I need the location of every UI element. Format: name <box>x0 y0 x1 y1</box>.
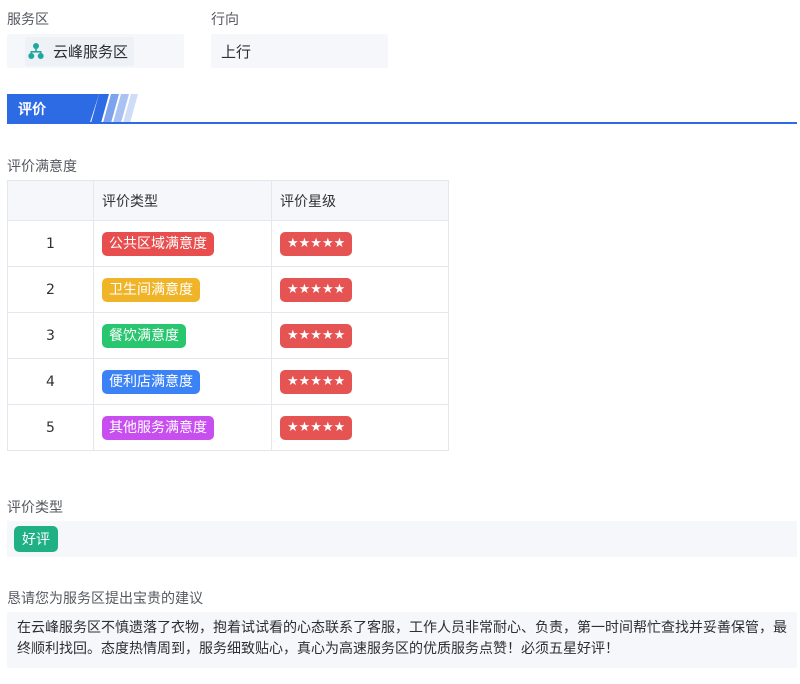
table-row: 1 公共区域满意度 ★★★★★ <box>7 220 449 267</box>
header-index <box>7 180 94 221</box>
section-divider <box>7 122 797 124</box>
row-index: 1 <box>7 220 94 267</box>
header-type: 评价类型 <box>93 180 272 221</box>
tab-evaluation-label: 评价 <box>18 101 46 118</box>
table-header-row: 评价类型 评价星级 <box>7 180 449 221</box>
service-area-field[interactable]: 云峰服务区 <box>7 34 184 68</box>
table-row: 4 便利店满意度 ★★★★★ <box>7 358 449 405</box>
type-tag: 公共区域满意度 <box>102 231 214 256</box>
row-index: 2 <box>7 266 94 313</box>
direction-label: 行向 <box>211 12 239 28</box>
table-row: 3 餐饮满意度 ★★★★★ <box>7 312 449 359</box>
star-rating: ★★★★★ <box>280 231 353 256</box>
star-rating: ★★★★★ <box>280 369 353 394</box>
star-rating: ★★★★★ <box>280 323 353 348</box>
type-tag: 其他服务满意度 <box>102 415 214 440</box>
evaluation-type-field: 好评 <box>7 521 797 557</box>
suggestion-label: 恳请您为服务区提出宝贵的建议 <box>7 591 203 607</box>
service-area-label: 服务区 <box>7 12 49 28</box>
header-stars: 评价星级 <box>271 180 449 221</box>
table-row: 2 卫生间满意度 ★★★★★ <box>7 266 449 313</box>
type-tag: 卫生间满意度 <box>102 277 200 302</box>
section-header: 评价 <box>7 94 797 126</box>
tab-stripes-decoration <box>91 94 138 123</box>
suggestion-text: 在云峰服务区不慎遗落了衣物，抱着试试看的心态联系了客服，工作人员非常耐心、负责，… <box>7 612 797 668</box>
service-area-value: 云峰服务区 <box>53 42 129 61</box>
tab-evaluation[interactable]: 评价 <box>7 94 99 123</box>
type-tag: 餐饮满意度 <box>102 323 186 348</box>
star-rating: ★★★★★ <box>280 415 353 440</box>
evaluation-type-label: 评价类型 <box>7 500 63 516</box>
satisfaction-title: 评价满意度 <box>7 159 77 175</box>
type-tag: 便利店满意度 <box>102 369 200 394</box>
org-tree-icon <box>27 42 45 60</box>
star-rating: ★★★★★ <box>280 277 353 302</box>
direction-value: 上行 <box>221 42 252 61</box>
row-index: 3 <box>7 312 94 359</box>
row-index: 4 <box>7 358 94 405</box>
row-index: 5 <box>7 404 94 451</box>
satisfaction-table: 评价类型 评价星级 1 公共区域满意度 ★★★★★ 2 卫生间满意度 ★★★★★… <box>7 180 449 451</box>
direction-field[interactable]: 上行 <box>211 34 388 68</box>
good-review-tag: 好评 <box>14 526 58 552</box>
table-row: 5 其他服务满意度 ★★★★★ <box>7 404 449 451</box>
